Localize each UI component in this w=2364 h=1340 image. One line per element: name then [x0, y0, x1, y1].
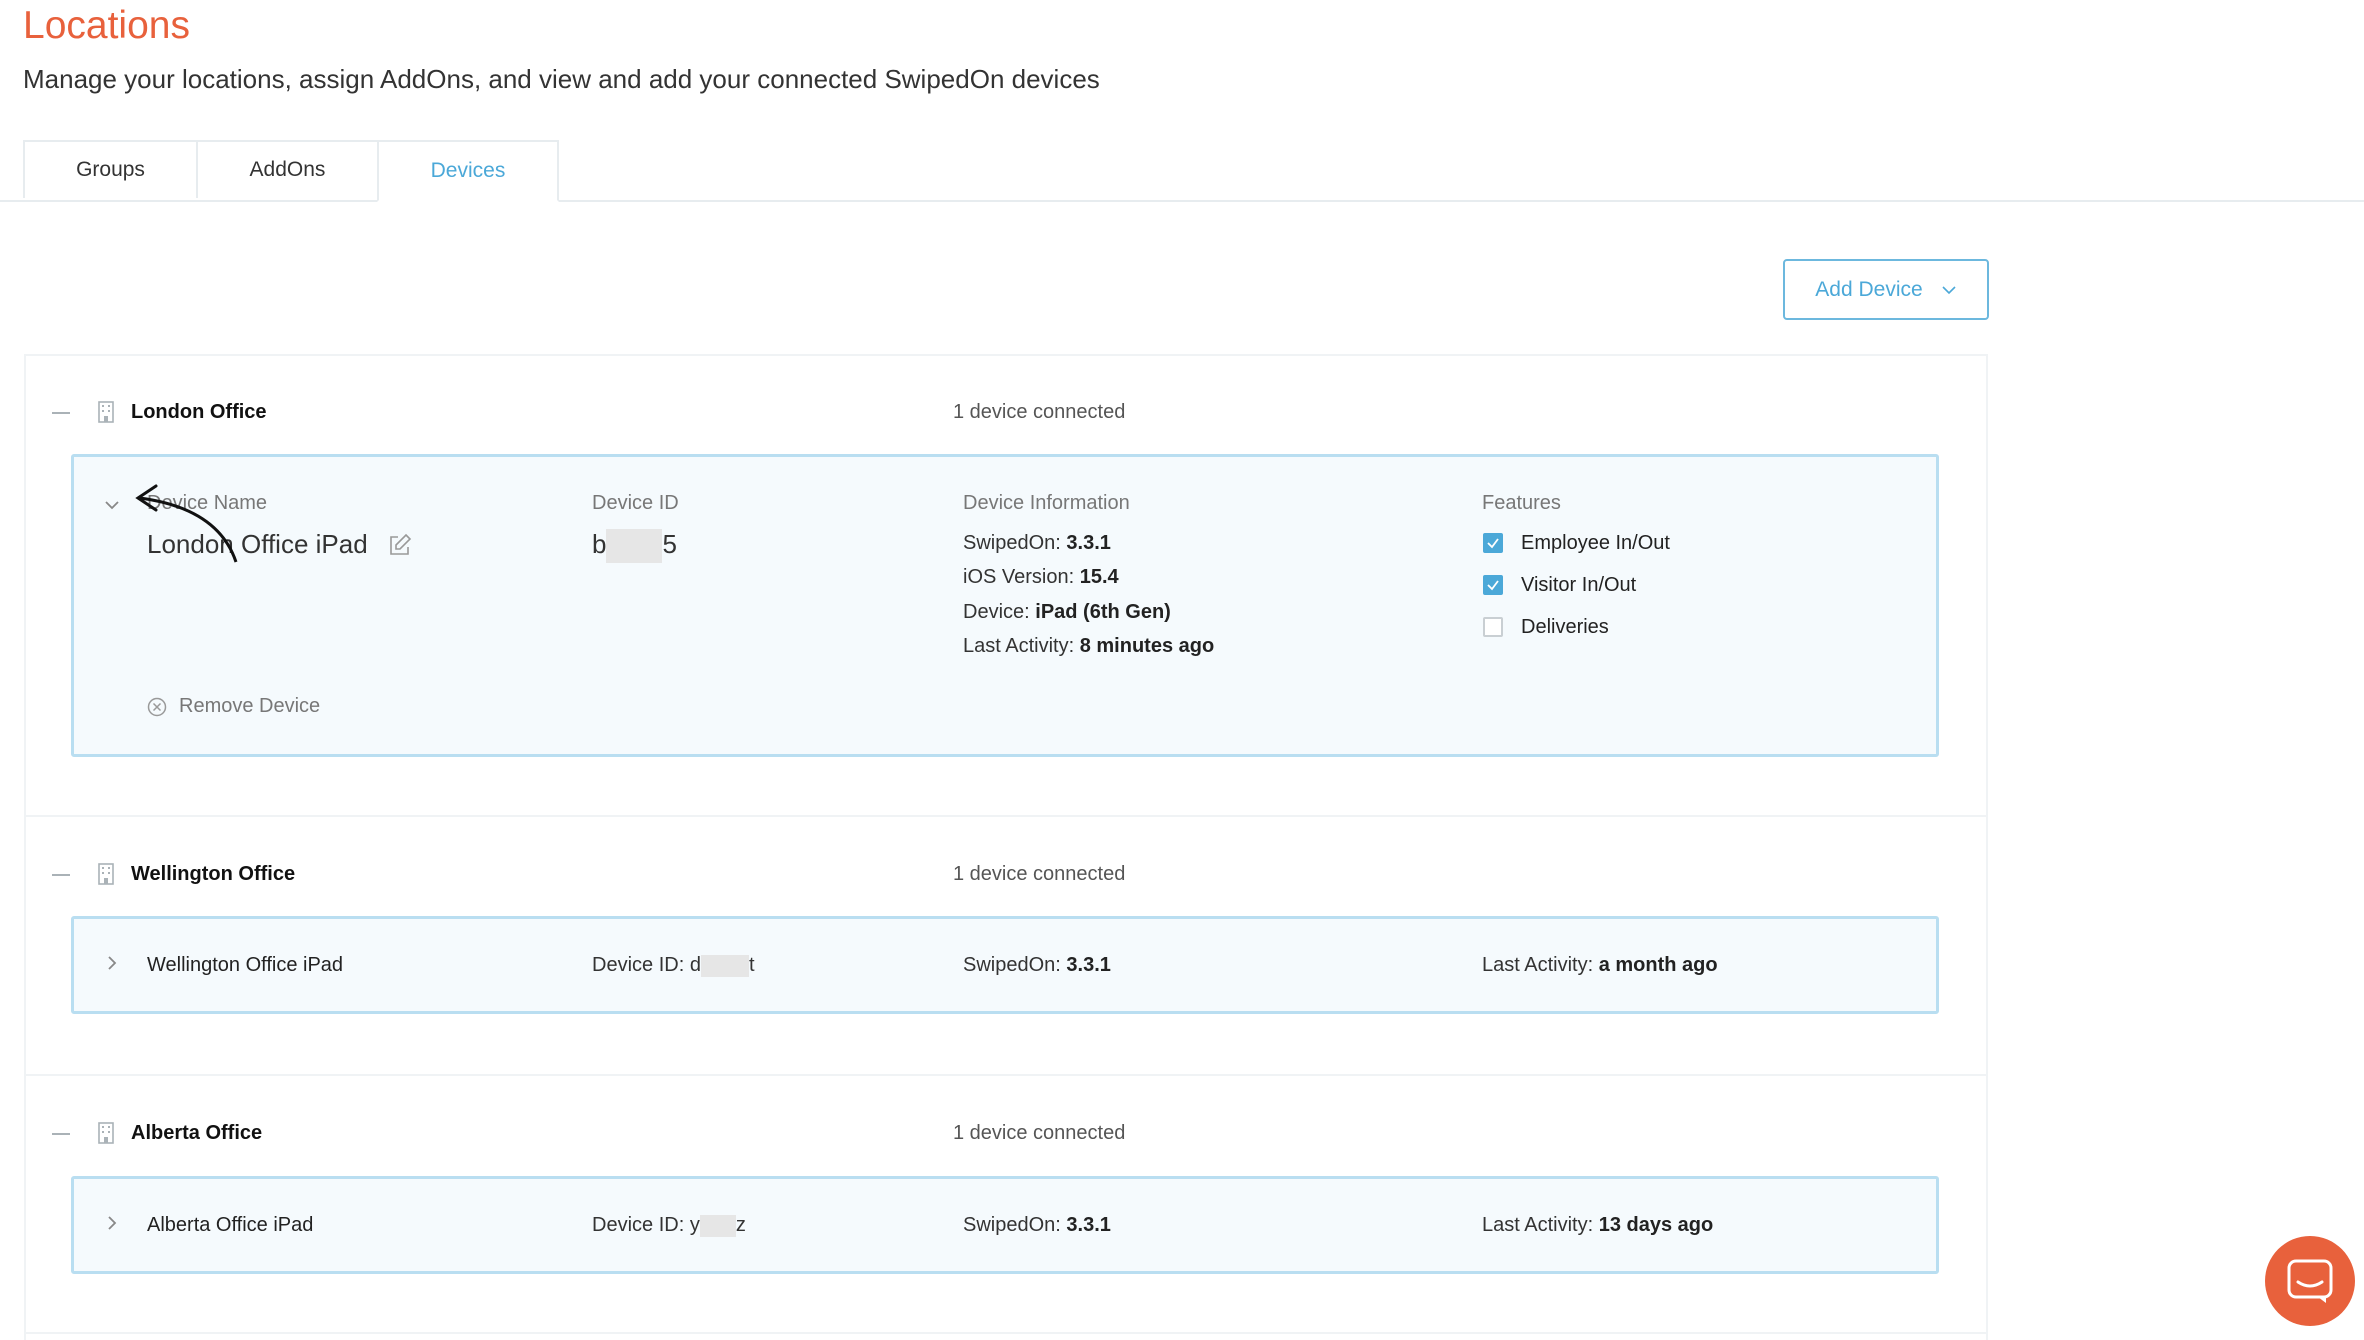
- tab-groups[interactable]: Groups: [23, 140, 198, 198]
- tab-bar: Groups AddOns Devices: [0, 140, 2364, 202]
- info-swipedon: SwipedOn: 3.3.1: [963, 532, 1111, 554]
- chat-icon: [2287, 1259, 2333, 1303]
- minus-icon[interactable]: [52, 1133, 70, 1135]
- chevron-down-icon: [1942, 285, 1956, 294]
- edit-icon[interactable]: [388, 533, 412, 557]
- device-info-label: Device Information: [963, 492, 1130, 514]
- location-header-london: London Office 1 device connected: [24, 393, 1988, 433]
- close-circle-icon: [147, 697, 167, 716]
- device-count: 1 device connected: [953, 863, 1126, 885]
- info-ios-version: iOS Version: 15.4: [963, 566, 1119, 588]
- device-id-suffix: 5: [662, 529, 677, 559]
- minus-icon[interactable]: [52, 874, 70, 876]
- feature-label: Visitor In/Out: [1521, 574, 1637, 596]
- minus-icon[interactable]: [52, 412, 70, 414]
- location-header-wellington: Wellington Office 1 device connected: [24, 855, 1988, 895]
- device-card-wellington[interactable]: Wellington Office iPad Device ID: dt Swi…: [71, 916, 1939, 1014]
- info-last-activity: Last Activity: 8 minutes ago: [963, 635, 1215, 657]
- building-icon: [98, 1122, 114, 1144]
- redaction: [700, 954, 749, 977]
- location-name: London Office: [131, 401, 267, 423]
- device-id-value: Device ID: dt: [592, 954, 755, 977]
- checkbox-employee-in-out[interactable]: [1483, 533, 1503, 553]
- building-icon: [98, 401, 114, 423]
- device-id-label: Device ID: [592, 492, 679, 514]
- chat-launcher-button[interactable]: [2265, 1236, 2355, 1326]
- info-device-model: Device: iPad (6th Gen): [963, 601, 1171, 623]
- checkmark-icon: [1487, 580, 1499, 591]
- device-id-prefix: b: [592, 529, 607, 559]
- swipedon-version: SwipedOn: 3.3.1: [963, 1214, 1111, 1236]
- tab-addons[interactable]: AddOns: [196, 140, 379, 198]
- device-card-london: Device Name London Office iPad Device ID…: [71, 454, 1939, 757]
- last-activity: Last Activity: 13 days ago: [1482, 1214, 1714, 1236]
- device-id-value: b5: [592, 529, 677, 564]
- page-subtitle: Manage your locations, assign AddOns, an…: [23, 64, 1100, 94]
- location-name: Wellington Office: [131, 863, 296, 885]
- page-title: Locations: [23, 4, 190, 47]
- device-count: 1 device connected: [953, 1122, 1126, 1144]
- last-activity: Last Activity: a month ago: [1482, 954, 1718, 976]
- device-card-alberta[interactable]: Alberta Office iPad Device ID: yz Swiped…: [71, 1176, 1939, 1274]
- remove-device-button[interactable]: Remove Device: [147, 695, 320, 718]
- checkmark-icon: [1487, 538, 1499, 549]
- swipedon-version: SwipedOn: 3.3.1: [963, 954, 1111, 976]
- feature-label: Deliveries: [1521, 616, 1609, 638]
- device-count: 1 device connected: [953, 401, 1126, 423]
- location-divider: [24, 1332, 1988, 1334]
- features-label: Features: [1482, 492, 1561, 514]
- building-icon: [98, 863, 114, 885]
- add-device-label: Add Device: [1815, 277, 1923, 301]
- redaction: [606, 529, 663, 564]
- checkbox-deliveries[interactable]: [1483, 617, 1503, 637]
- location-name: Alberta Office: [131, 1122, 263, 1144]
- chevron-down-icon[interactable]: [104, 497, 120, 513]
- location-divider: [24, 1074, 1988, 1076]
- checkbox-visitor-in-out[interactable]: [1483, 575, 1503, 595]
- device-name: Alberta Office iPad: [147, 1214, 314, 1236]
- chevron-right-icon[interactable]: [104, 955, 120, 971]
- location-divider: [24, 815, 1988, 817]
- device-id-value: Device ID: yz: [592, 1214, 746, 1237]
- tab-devices[interactable]: Devices: [377, 140, 559, 202]
- feature-label: Employee In/Out: [1521, 532, 1670, 554]
- annotation-arrow: [135, 484, 238, 563]
- redaction: [699, 1214, 736, 1237]
- device-name: Wellington Office iPad: [147, 954, 344, 976]
- add-device-button[interactable]: Add Device: [1783, 259, 1989, 320]
- location-header-alberta: Alberta Office 1 device connected: [24, 1114, 1988, 1154]
- chevron-right-icon[interactable]: [104, 1215, 120, 1231]
- remove-device-label: Remove Device: [179, 695, 321, 717]
